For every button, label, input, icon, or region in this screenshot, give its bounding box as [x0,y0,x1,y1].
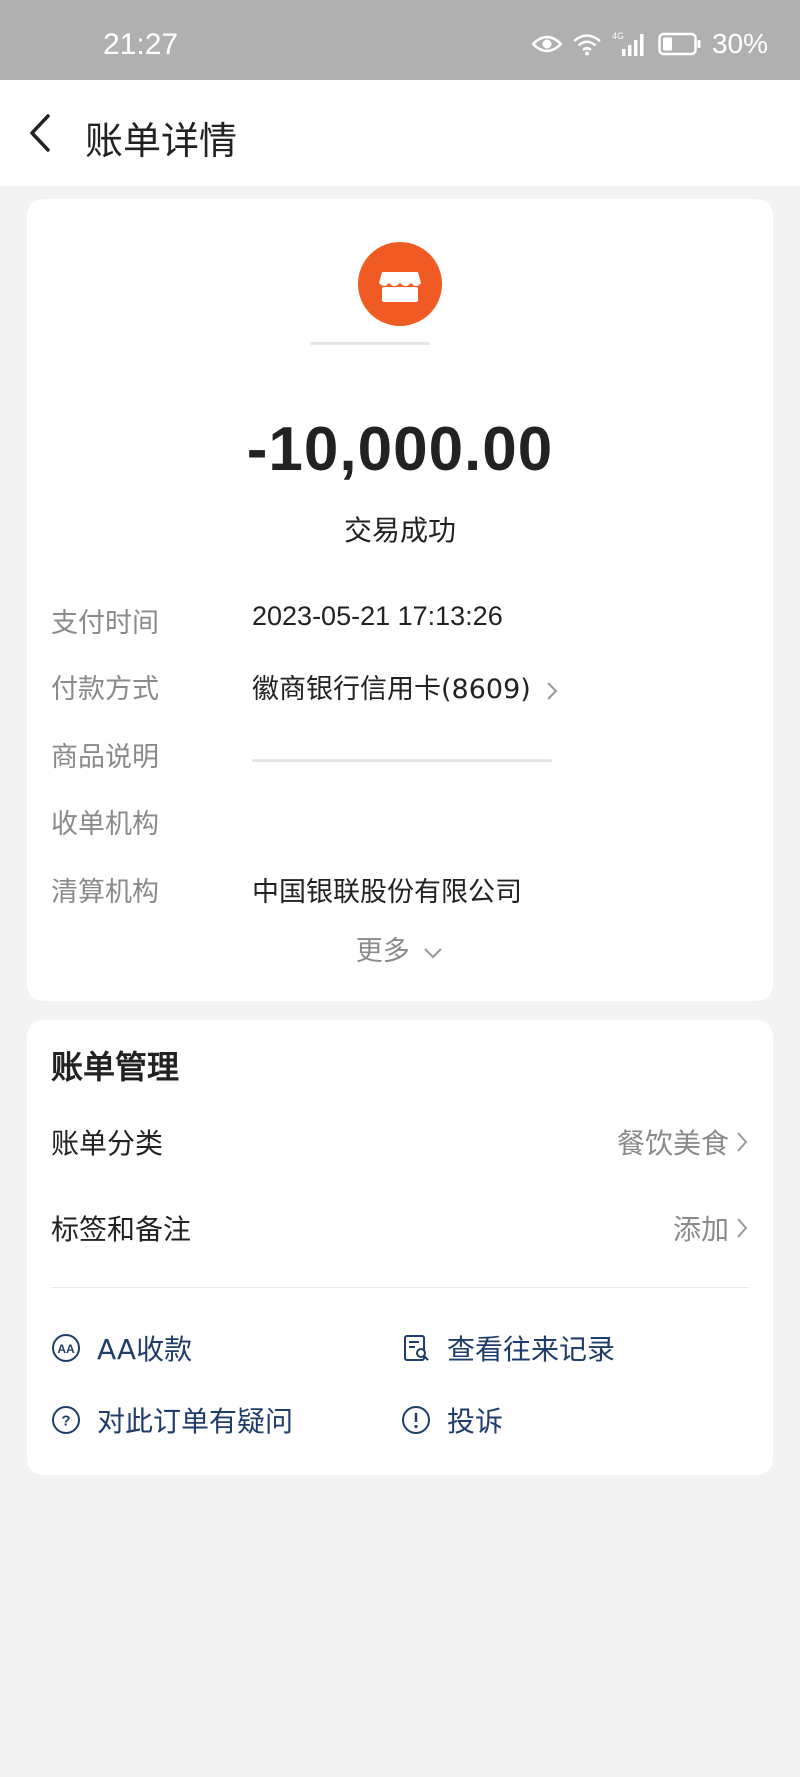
transaction-card: -10,000.00 交易成功 支付时间 2023-05-21 17:13:26… [27,199,773,1001]
detail-label-acquirer: 收单机构 [51,809,159,840]
back-button[interactable] [22,110,62,156]
status-time: 21:27 [103,28,179,61]
detail-value-clearing: 中国银联股份有限公司 [252,877,522,908]
tags-notes-row[interactable]: 标签和备注 添加 [27,1196,773,1256]
detail-label-payment-method: 付款方式 [51,674,159,705]
chevron-right-icon [547,681,558,700]
payment-method-link[interactable]: 徽商银行信用卡(8609) [252,667,559,706]
merchant-name-redacted [310,342,430,345]
chevron-right-icon [737,1132,748,1152]
battery-percent: 30% [711,28,768,59]
detail-label-clearing: 清算机构 [51,877,159,908]
battery-icon [658,32,701,56]
back-chevron-icon [30,114,50,152]
detail-value-payment-time: 2023-05-21 17:13:26 [252,601,503,631]
divider [51,1287,749,1288]
bill-category-label: 账单分类 [51,1127,164,1160]
complaint-button[interactable]: 投诉 [401,1400,503,1440]
order-question-button[interactable]: ? 对此订单有疑问 [51,1400,293,1440]
svg-text:?: ? [61,1413,70,1430]
navigation-bar: 账单详情 [0,80,800,186]
more-label: 更多 [355,936,410,967]
aa-collect-button[interactable]: AA AA收款 [51,1328,192,1368]
payment-method-value: 徽商银行信用卡(8609) [252,674,531,705]
tags-notes-value: 添加 [672,1213,729,1246]
svg-text:AA: AA [57,1342,75,1356]
tags-notes-value-group: 添加 [673,1208,749,1248]
view-records-label: 查看往来记录 [447,1333,616,1366]
exclamation-icon [402,1406,430,1434]
transaction-amount: -10,000.00 [246,415,554,484]
bill-category-value: 餐饮美食 [616,1127,729,1160]
bill-category-value-group: 餐饮美食 [617,1122,749,1162]
more-button[interactable]: 更多 [27,929,773,968]
page-title: 账单详情 [85,119,238,163]
network-type-label: 4G [612,31,624,41]
order-question-label: 对此订单有疑问 [97,1405,294,1438]
detail-label-product-description: 商品说明 [51,742,159,773]
transaction-status: 交易成功 [343,514,456,547]
detail-label-payment-time: 支付时间 [51,608,159,639]
signal-icon: 4G [612,31,644,56]
aa-collect-label: AA收款 [97,1333,193,1366]
aa-icon: AA [52,1334,80,1362]
eye-icon [531,35,562,53]
status-bar: 21:27 4G 30% [0,0,800,80]
status-icons: 4G 30% [531,26,768,62]
product-description-redacted [252,759,552,762]
bill-management-title: 账单管理 [51,1048,180,1086]
store-icon [379,272,421,302]
complaint-label: 投诉 [447,1405,504,1438]
wifi-icon [573,34,601,56]
bill-category-row[interactable]: 账单分类 餐饮美食 [27,1110,773,1170]
bill-management-card: 账单管理 账单分类 餐饮美食 标签和备注 添加 AA AA收款 查看往来记录 ?… [27,1020,773,1475]
tags-notes-label: 标签和备注 [51,1213,192,1246]
records-icon [404,1335,429,1361]
question-icon: ? [52,1406,80,1434]
chevron-down-icon [424,947,443,958]
merchant-avatar [358,242,442,326]
view-records-button[interactable]: 查看往来记录 [401,1328,615,1368]
chevron-right-icon [737,1218,748,1238]
